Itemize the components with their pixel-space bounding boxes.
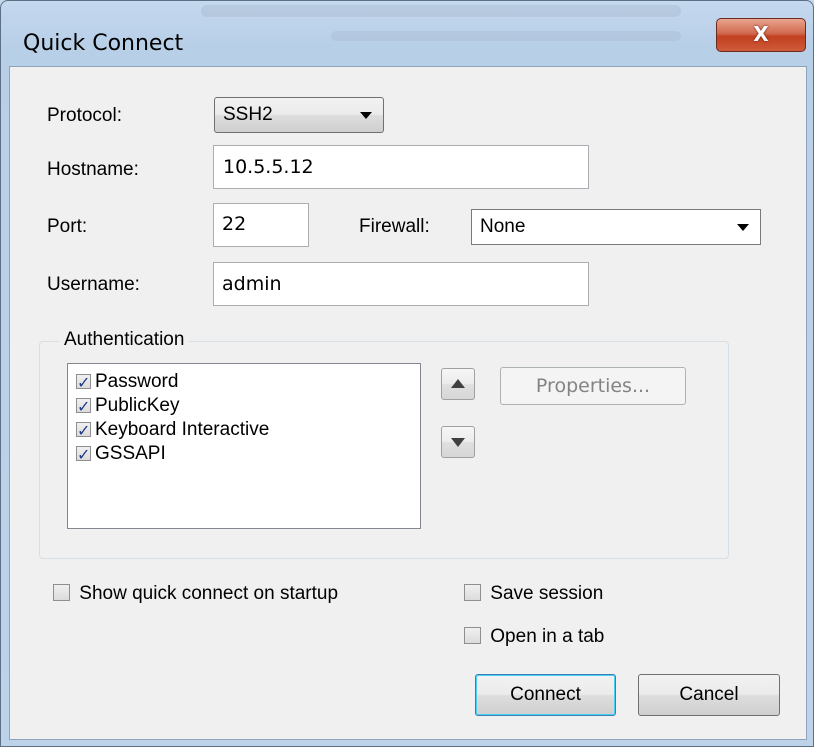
cancel-button[interactable]: Cancel xyxy=(638,674,780,716)
firewall-select[interactable]: None xyxy=(471,209,761,245)
checkbox-save-session[interactable] xyxy=(464,584,481,601)
port-label: Port: xyxy=(47,216,88,237)
list-item-label: PublicKey xyxy=(95,395,180,416)
authentication-methods-list[interactable]: Password PublicKey Keyboard Interactive … xyxy=(67,363,421,529)
arrow-down-icon xyxy=(451,438,465,447)
username-label: Username: xyxy=(47,274,140,295)
protocol-value: SSH2 xyxy=(223,104,273,125)
authentication-group-label: Authentication xyxy=(59,329,190,351)
connect-button[interactable]: Connect xyxy=(475,674,616,716)
chevron-down-icon xyxy=(360,112,372,119)
show-on-startup-label: Show quick connect on startup xyxy=(79,583,339,604)
checkbox-publickey[interactable] xyxy=(76,395,91,419)
open-in-tab-label: Open in a tab xyxy=(490,626,605,647)
checkbox-open-in-tab[interactable] xyxy=(464,627,481,644)
list-item[interactable]: GSSAPI xyxy=(76,442,166,467)
list-item[interactable]: Password xyxy=(76,370,179,395)
close-button[interactable]: X xyxy=(716,18,806,52)
close-icon: X xyxy=(753,22,769,46)
arrow-up-icon xyxy=(451,379,465,388)
protocol-label: Protocol: xyxy=(47,105,122,126)
protocol-select[interactable]: SSH2 xyxy=(214,97,384,133)
checkbox-keyboard-interactive[interactable] xyxy=(76,419,91,443)
move-up-button[interactable] xyxy=(441,368,475,400)
show-on-startup-option[interactable]: Show quick connect on startup xyxy=(53,583,338,605)
checkbox-gssapi[interactable] xyxy=(76,443,91,467)
open-in-tab-option[interactable]: Open in a tab xyxy=(464,626,604,648)
username-field[interactable]: admin xyxy=(213,262,589,306)
background-blur xyxy=(331,31,681,41)
hostname-field[interactable]: 10.5.5.12 xyxy=(213,145,589,189)
properties-button[interactable]: Properties... xyxy=(500,367,686,405)
list-item-label: GSSAPI xyxy=(95,443,166,464)
hostname-label: Hostname: xyxy=(47,159,139,180)
chevron-down-icon xyxy=(737,224,749,231)
firewall-value: None xyxy=(480,216,526,237)
save-session-option[interactable]: Save session xyxy=(464,583,603,605)
checkbox-show-on-startup[interactable] xyxy=(53,584,70,601)
save-session-label: Save session xyxy=(490,583,604,604)
list-item[interactable]: Keyboard Interactive xyxy=(76,418,270,443)
list-item[interactable]: PublicKey xyxy=(76,394,180,419)
list-item-label: Keyboard Interactive xyxy=(95,419,270,440)
firewall-label: Firewall: xyxy=(359,216,430,237)
checkbox-password[interactable] xyxy=(76,371,91,395)
port-field[interactable]: 22 xyxy=(213,203,309,247)
background-blur xyxy=(201,5,681,17)
dialog-title: Quick Connect xyxy=(23,31,184,56)
dialog-window: Quick Connect X Protocol: SSH2 Hostname:… xyxy=(0,0,814,747)
list-item-label: Password xyxy=(95,371,179,392)
move-down-button[interactable] xyxy=(441,426,475,458)
